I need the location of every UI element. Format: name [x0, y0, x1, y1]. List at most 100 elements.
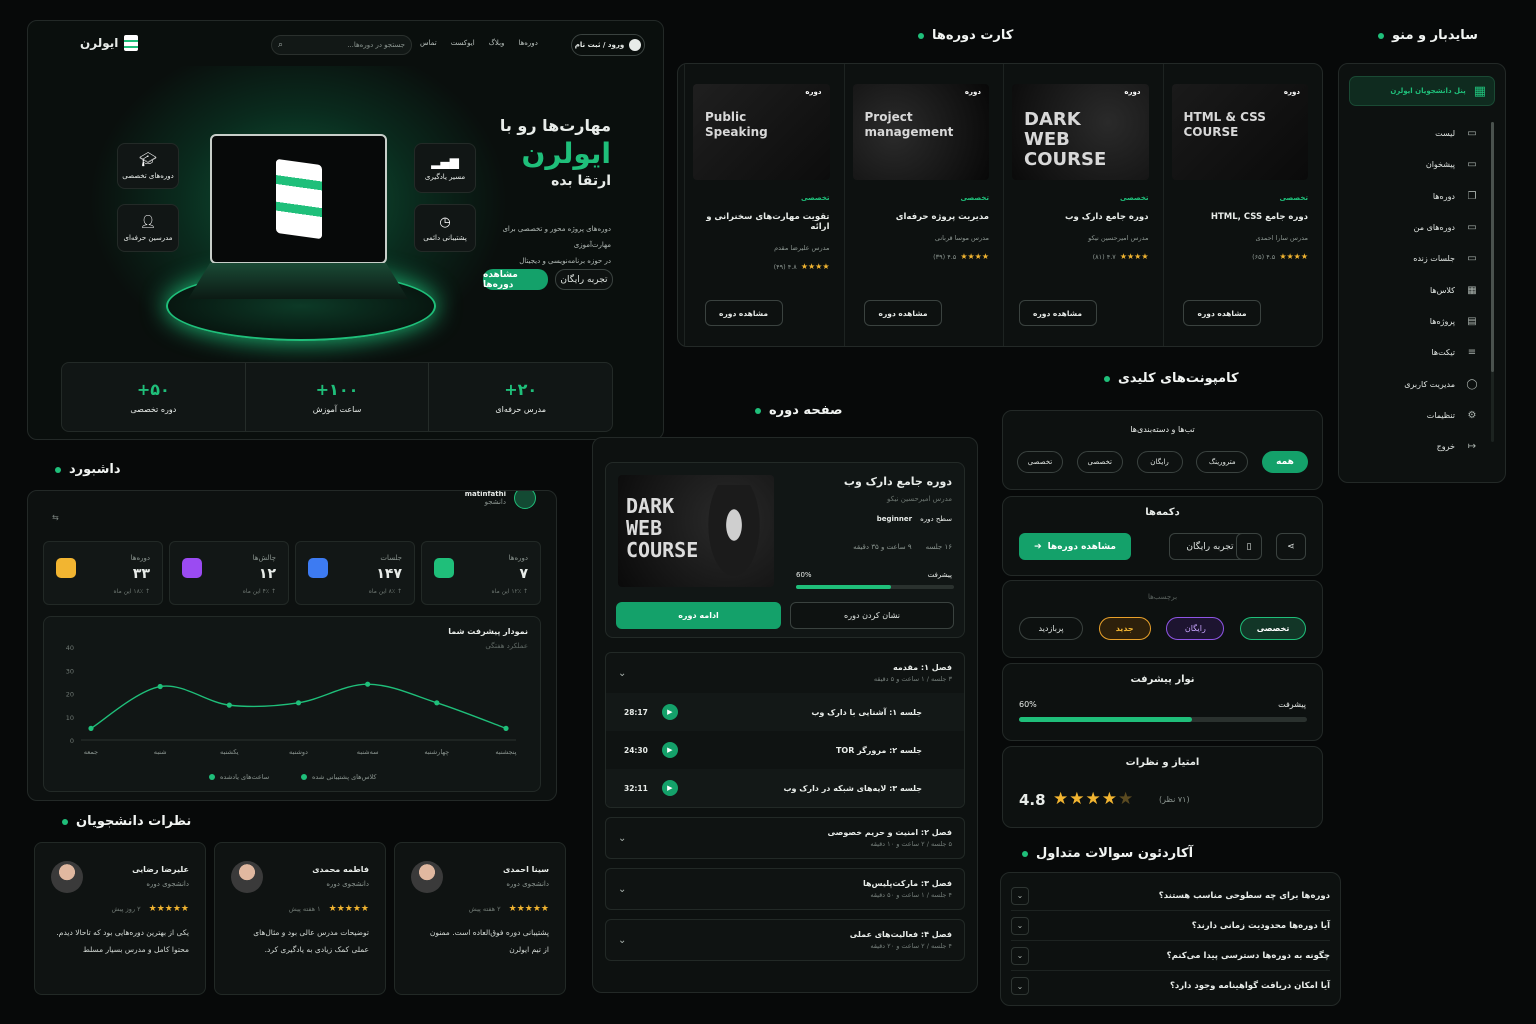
cover-text: Project management: [864, 110, 954, 139]
sidebar-item[interactable]: ❐ دوره‌ها: [1349, 181, 1485, 212]
login-button[interactable]: ورود / ثبت نام: [571, 34, 645, 56]
chapter-header[interactable]: فصل ۳: مارکت‌پلیس‌ها ۴ جلسه / ۱ ساعت و ۵…: [606, 869, 964, 909]
progress-track: [1019, 717, 1307, 722]
sidebar-item[interactable]: ⚙ تنظیمات: [1349, 400, 1485, 431]
sidebar-item[interactable]: ◯ مدیریت کاربری: [1349, 368, 1485, 399]
chapter-item[interactable]: فصل ۳: مارکت‌پلیس‌ها ۴ جلسه / ۱ ساعت و ۵…: [605, 868, 965, 910]
view-course-button[interactable]: مشاهده دوره: [1018, 300, 1097, 326]
chevron-down-icon[interactable]: ⌄: [618, 668, 626, 679]
view-courses-button[interactable]: مشاهده دوره‌ها: [483, 269, 548, 290]
chevron-down-icon[interactable]: ⌄: [1011, 946, 1029, 965]
chevron-down-icon[interactable]: ⌄: [1011, 916, 1029, 935]
data-point[interactable]: [88, 725, 94, 731]
nav-courses[interactable]: دوره‌ها: [518, 39, 537, 47]
sidebar-item[interactable]: ▦ کلاس‌ها: [1349, 274, 1485, 305]
menu-icon[interactable]: ⇆: [52, 513, 59, 522]
sidebar-item[interactable]: ▭ دوره‌های من: [1349, 212, 1485, 243]
avatar: [231, 861, 263, 893]
chevron-down-icon[interactable]: ⌄: [618, 935, 626, 946]
projects-icon: ▤: [1467, 315, 1477, 327]
dashboard-title: داشبورد: [55, 462, 121, 477]
play-icon[interactable]: ▶: [661, 780, 678, 796]
data-point[interactable]: [226, 702, 232, 708]
scrollbar-thumb[interactable]: [1491, 122, 1494, 372]
play-icon[interactable]: ▶: [661, 704, 678, 720]
course-card[interactable]: دوره DARK WEB COURSE تخصصی دوره جامع دار…: [1003, 64, 1157, 346]
chapter-header[interactable]: فصل ۴: فعالیت‌های عملی ۴ جلسه / ۲ ساعت و…: [606, 920, 964, 960]
sidebar-header[interactable]: ▦ پنل دانشجویان ایولرن: [1349, 76, 1495, 106]
course-card[interactable]: دوره Project management تخصصی مدیریت پرو…: [843, 64, 998, 346]
chapter-header[interactable]: فصل ۱: مقدمه ۳ جلسه / ۱ ساعت و ۵ دقیقه ⌄: [606, 653, 964, 693]
data-point[interactable]: [157, 683, 163, 690]
faq-item[interactable]: آیا دوره‌ها محدودیت زمانی دارند؟ ⌄: [1011, 911, 1330, 941]
lesson-row[interactable]: جلسه ۲: مرورگر TOR ▶ 24:30: [606, 731, 964, 769]
course-title: مدیریت پروژه حرفه‌ای: [895, 212, 989, 222]
data-point[interactable]: [503, 725, 509, 731]
legend-marker: [209, 774, 215, 780]
chapter-item[interactable]: فصل ۴: فعالیت‌های عملی ۴ جلسه / ۲ ساعت و…: [605, 919, 965, 961]
brand-logo[interactable]: ایولرن: [80, 35, 139, 51]
faq-item[interactable]: آیا امکان دریافت گواهینامه وجود دارد؟ ⌄: [1011, 971, 1330, 1001]
tab-all[interactable]: همه: [1262, 451, 1308, 473]
bar-chart-icon: ▂▄▆: [431, 155, 459, 169]
sidebar-scrollbar[interactable]: [1491, 122, 1494, 442]
tabs-row: همه مترورینگ رایگان تخصصی تخصصی: [1017, 451, 1308, 473]
bookmark-course-button[interactable]: نشان کردن دوره: [790, 602, 954, 629]
tab-specialized[interactable]: تخصصی: [1076, 451, 1123, 473]
chevron-down-icon[interactable]: ⌄: [1011, 977, 1029, 995]
share-button[interactable]: ⋖: [1276, 533, 1306, 560]
lesson-row[interactable]: جلسه ۳: لایه‌های شبکه در دارک وب ▶ 32:11: [606, 769, 964, 807]
nav-contact[interactable]: تماس: [420, 39, 437, 47]
nav-blog[interactable]: وبلاگ: [489, 39, 505, 47]
play-icon[interactable]: ▶: [661, 742, 678, 758]
cover-text: DARK WEB COURSE: [626, 494, 699, 562]
view-course-button[interactable]: مشاهده دوره: [704, 300, 783, 326]
sidebar-item[interactable]: ≡ تیکت‌ها: [1349, 337, 1485, 368]
view-course-button[interactable]: مشاهده دوره: [864, 300, 942, 326]
chapter-header[interactable]: فصل ۲: امنیت و حریم خصوصی ۵ جلسه / ۲ ساع…: [606, 818, 964, 858]
continue-course-button[interactable]: ادامه دوره: [616, 602, 781, 629]
chevron-down-icon[interactable]: ⌄: [1011, 886, 1029, 905]
sidebar-item[interactable]: ↦ خروج: [1349, 431, 1485, 462]
course-card[interactable]: دوره Public Speaking تخصصی تقویت مهارت‌ه…: [684, 64, 838, 346]
dashboard-user[interactable]: matinfathi دانشجو: [465, 491, 536, 509]
tab-metering[interactable]: مترورینگ: [1196, 451, 1249, 473]
chapter-item[interactable]: فصل ۱: مقدمه ۳ جلسه / ۱ ساعت و ۵ دقیقه ⌄…: [605, 652, 965, 808]
chevron-down-icon[interactable]: ⌄: [618, 833, 626, 844]
tab-specialized-2[interactable]: تخصصی: [1017, 451, 1063, 473]
search-box[interactable]: ⌕ جستجو در دوره‌ها...: [271, 35, 412, 55]
hero-panel: ایولرن ⌕ جستجو در دوره‌ها... دوره‌ها وبل…: [27, 20, 664, 440]
stat-card: دوره‌ها ۷ ↑ ۱۲٪ این ماه: [421, 541, 541, 605]
bookmark-button[interactable]: ▯: [1236, 533, 1262, 560]
component-view-courses-button[interactable]: ➔ مشاهده دوره‌ها: [1019, 533, 1131, 560]
rating-stars-icon: ★★★★: [1279, 252, 1308, 261]
chevron-down-icon[interactable]: ⌄: [618, 884, 626, 895]
sidebar-item[interactable]: ▤ پروژه‌ها: [1349, 306, 1485, 337]
faq-item[interactable]: دوره‌ها برای چه سطوحی مناسب هستند؟ ⌄: [1011, 881, 1330, 911]
nav-podcast[interactable]: ایوکست: [451, 39, 475, 47]
view-course-button[interactable]: مشاهده دوره: [1183, 300, 1261, 326]
lesson-row[interactable]: جلسه ۱: آشنایی با دارک وب ▶ 28:17: [606, 693, 964, 731]
brand-name: ایولرن: [80, 36, 119, 50]
stat-courses: ۵۰+ دوره تخصصی: [130, 380, 177, 414]
sidebar-item[interactable]: ▭ لیست: [1349, 118, 1485, 149]
data-point[interactable]: [365, 681, 371, 687]
top-nav: دوره‌ها وبلاگ ایوکست تماس: [420, 39, 538, 47]
bullet-icon: [755, 407, 761, 414]
course-rating: ★★★★ ۴.۵ (۳۹): [933, 252, 989, 261]
course-teacher: مدرس علیرضا مقدم: [774, 244, 830, 252]
free-trial-button[interactable]: تجربه رایگان: [555, 269, 613, 290]
chapter-item[interactable]: فصل ۲: امنیت و حریم خصوصی ۵ جلسه / ۲ ساع…: [605, 817, 965, 859]
progress-chart-card: نمودار پیشرفت شما عملکرد هفتگی 0 10 20 30 40…: [43, 616, 541, 792]
course-badge: تخصصی: [800, 194, 830, 202]
data-point[interactable]: [295, 700, 302, 706]
sidebar-item[interactable]: ▭ جلسات زنده: [1349, 243, 1485, 274]
faq-item[interactable]: چگونه به دوره‌ها دسترسی پیدا می‌کنم؟ ⌄: [1011, 941, 1330, 971]
data-point[interactable]: [434, 700, 440, 706]
course-card[interactable]: دوره HTML & CSS COURSE تخصصی دوره جامع H…: [1162, 64, 1317, 346]
dashboard-icon: ▭: [1467, 159, 1477, 171]
search-input[interactable]: جستجو در دوره‌ها...: [289, 41, 405, 49]
sidebar-item[interactable]: ▭ پیشخوان: [1349, 149, 1485, 180]
course-page-title: صفحه دوره: [755, 403, 843, 418]
tab-free[interactable]: رایگان: [1136, 451, 1183, 473]
